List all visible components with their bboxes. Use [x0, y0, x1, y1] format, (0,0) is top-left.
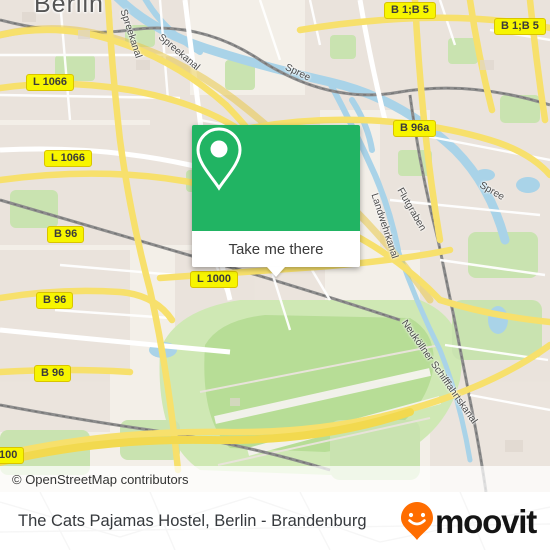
map-canvas[interactable]: Berlin Spreekanal Spreekanal Spree Spree…: [0, 0, 550, 492]
popup-pointer: [267, 267, 285, 277]
map-pin-icon: [196, 127, 242, 191]
moovit-logo[interactable]: moovit: [400, 501, 537, 541]
popup-icon-area: [192, 125, 360, 231]
moovit-wordmark: moovit: [435, 502, 537, 540]
moovit-pin-icon: [401, 502, 434, 540]
footer-bar: The Cats Pajamas Hostel, Berlin - Brande…: [0, 492, 550, 550]
location-popup-card[interactable]: Take me there: [192, 125, 360, 277]
map-page: Berlin Spreekanal Spreekanal Spree Spree…: [0, 0, 550, 550]
attribution-text: © OpenStreetMap contributors: [12, 471, 189, 487]
page-title: The Cats Pajamas Hostel, Berlin - Brande…: [18, 511, 367, 530]
take-me-there-button[interactable]: Take me there: [192, 231, 360, 277]
map-attribution: © OpenStreetMap contributors: [0, 466, 550, 492]
take-me-there-label: Take me there: [228, 240, 324, 258]
